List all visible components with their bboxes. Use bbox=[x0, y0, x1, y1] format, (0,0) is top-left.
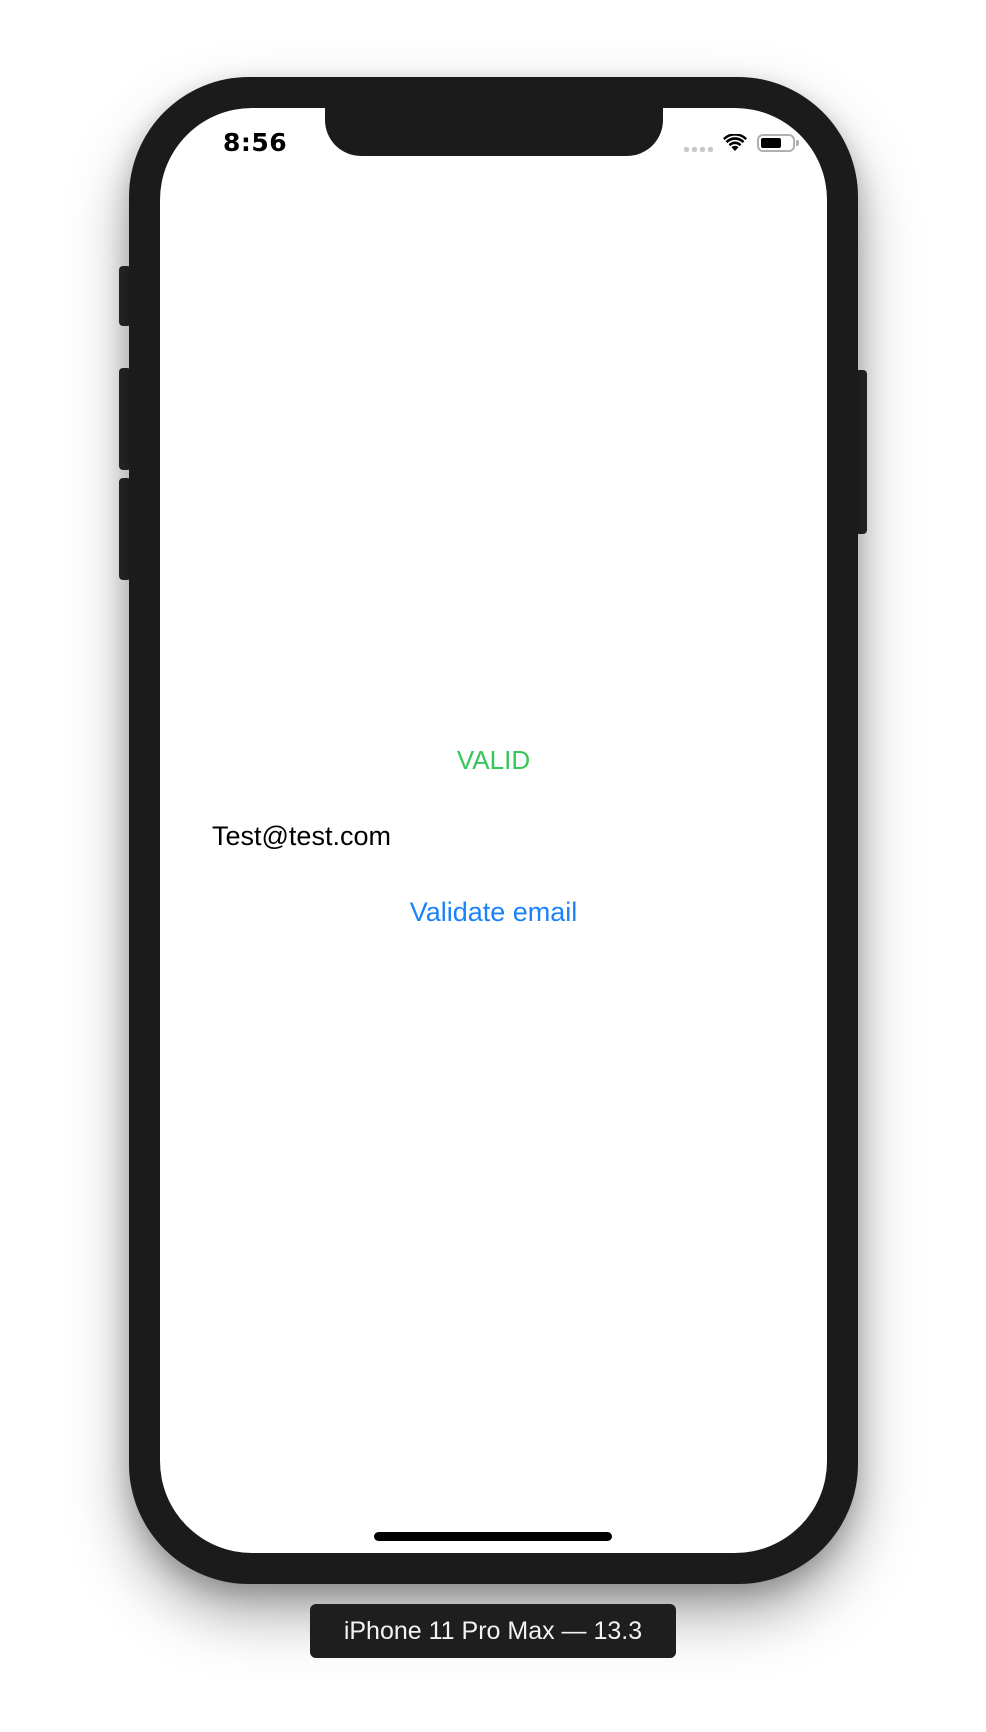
battery-icon bbox=[757, 134, 799, 152]
simulator-stage: 8:56 VALID Validate email bbox=[0, 0, 986, 1732]
device-screen: 8:56 VALID Validate email bbox=[160, 108, 827, 1553]
status-icons bbox=[684, 134, 799, 152]
cellular-signal-icon bbox=[684, 134, 713, 152]
battery-fill bbox=[761, 138, 781, 148]
validation-result-label: VALID bbox=[456, 745, 531, 775]
notch bbox=[325, 108, 663, 156]
validate-email-button[interactable]: Validate email bbox=[160, 897, 827, 928]
status-time: 8:56 bbox=[223, 128, 288, 157]
simulator-device-label: iPhone 11 Pro Max — 13.3 bbox=[310, 1604, 676, 1658]
wifi-icon bbox=[723, 134, 747, 151]
device-frame: 8:56 VALID Validate email bbox=[129, 77, 858, 1584]
email-field[interactable] bbox=[212, 821, 772, 852]
home-indicator[interactable] bbox=[374, 1532, 612, 1541]
